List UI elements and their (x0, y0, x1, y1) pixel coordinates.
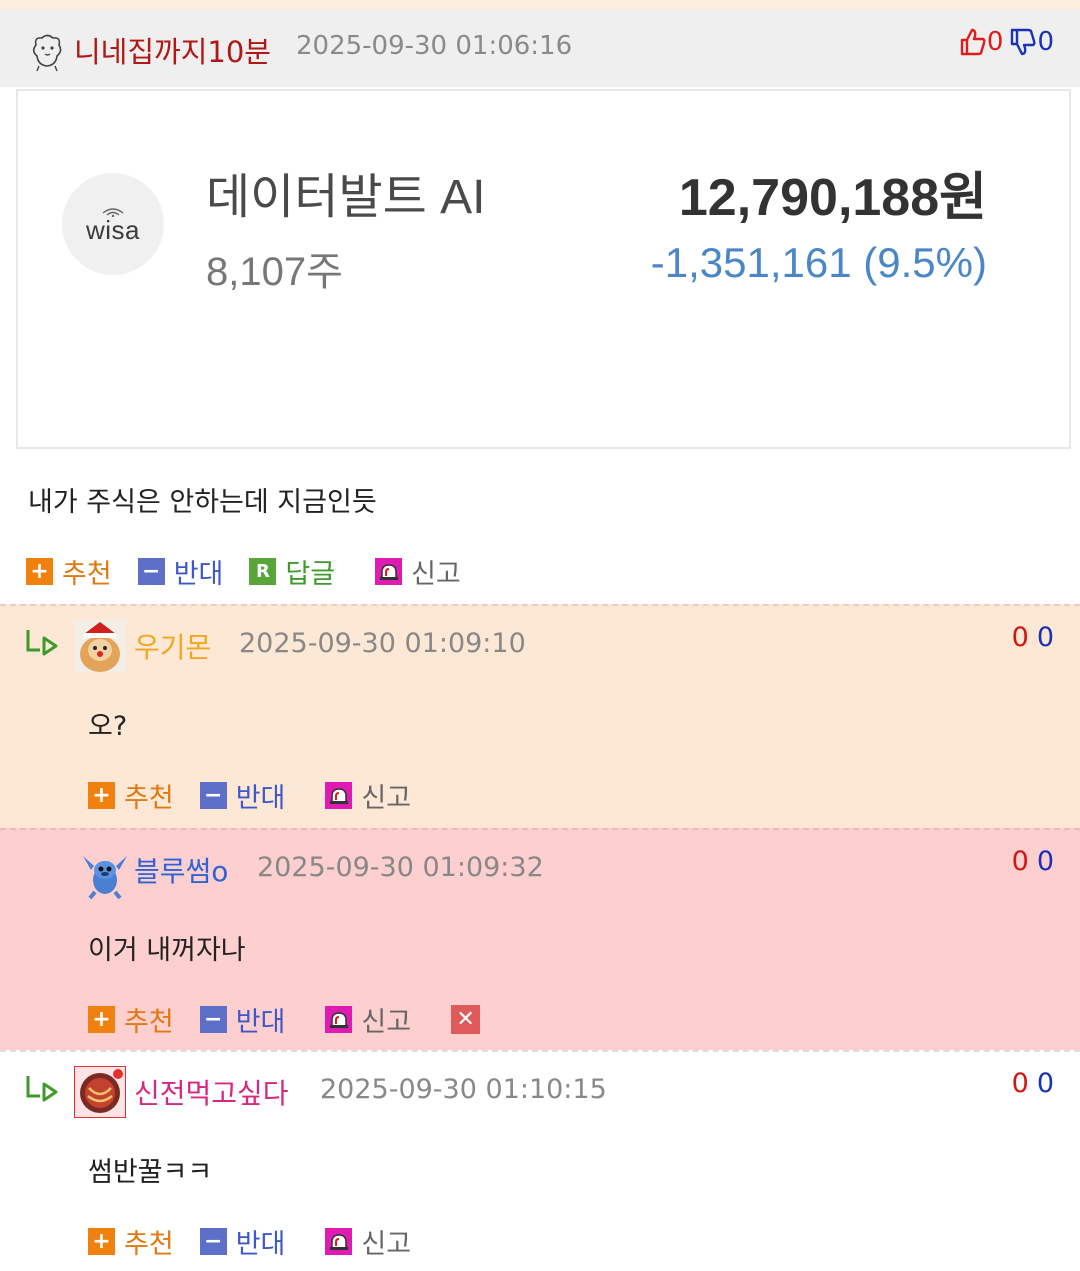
minus-icon: − (137, 558, 165, 585)
post-like-count: 0 (986, 27, 1004, 57)
minus-icon: − (199, 1006, 227, 1033)
oppose-button[interactable]: − 반대 (199, 1222, 286, 1261)
comment-time: 2025-09-30 01:09:10 (239, 628, 526, 659)
stock-shares: 8,107주 (206, 250, 343, 294)
hamster-doodle-icon (30, 33, 64, 73)
comment-item: 신전먹고싶다 2025-09-30 01:10:15 00 썸반꿀ㅋㅋ + 추천… (0, 1050, 1080, 1271)
comment-actions: + 추천 − 반대 신고 (88, 776, 437, 815)
recommend-button[interactable]: + 추천 (88, 776, 174, 815)
post-author[interactable]: 니네집까지10분 (74, 29, 271, 71)
report-button[interactable]: 신고 (325, 1000, 411, 1039)
reply-arrow-icon (24, 1074, 60, 1108)
stock-value: 12,790,188원 (678, 169, 987, 227)
comment-dislike-count[interactable]: 0 (1037, 1068, 1054, 1099)
oppose-label: 반대 (173, 559, 224, 590)
comment-time: 2025-09-30 01:10:15 (320, 1074, 607, 1105)
thumbs-down-icon[interactable] (1009, 27, 1037, 57)
siren-icon (375, 558, 403, 585)
recommend-label: 추천 (124, 1229, 174, 1260)
comment-votes: 00 (1012, 622, 1054, 653)
avatar[interactable] (74, 620, 126, 672)
report-label: 신고 (361, 1007, 412, 1038)
comment-dislike-count[interactable]: 0 (1037, 846, 1054, 877)
stock-card: wisa 데이터발트 AI 8,107주 12,790,188원 -1,351,… (16, 89, 1071, 449)
comment-time: 2025-09-30 01:09:32 (257, 852, 544, 883)
comment-like-count[interactable]: 0 (1012, 1068, 1029, 1099)
post-votes: 0 0 (959, 27, 1054, 57)
recommend-label: 추천 (124, 783, 174, 814)
post-header: 니네집까지10분 2025-09-30 01:06:16 0 0 (0, 9, 1080, 87)
post-actions: + 추천 − 반대 R 답글 신고 (26, 552, 487, 591)
oppose-label: 반대 (235, 783, 286, 814)
comment-text: 썸반꿀ㅋㅋ (88, 1157, 213, 1188)
delete-button[interactable]: ✕ (437, 1005, 489, 1034)
oppose-label: 반대 (235, 1229, 286, 1260)
report-button[interactable]: 신고 (325, 776, 411, 815)
comment-item: 블루썸o 2025-09-30 01:09:32 00 이거 내꺼자나 + 추천… (0, 828, 1080, 1050)
stock-name: 데이터발트 AI (206, 171, 486, 224)
reply-label: 답글 (285, 559, 336, 590)
comment-actions: + 추천 − 반대 신고 (88, 1222, 437, 1261)
oppose-button[interactable]: − 반대 (199, 776, 286, 815)
comment-author[interactable]: 블루썸o (134, 850, 228, 890)
comment-text: 오? (88, 711, 128, 742)
report-label: 신고 (361, 1229, 412, 1260)
recommend-button[interactable]: + 추천 (88, 1000, 174, 1039)
oppose-button[interactable]: − 반대 (137, 552, 224, 591)
oppose-label: 반대 (235, 1007, 286, 1038)
reply-icon: R (249, 558, 277, 585)
report-label: 신고 (411, 559, 461, 590)
comment-like-count[interactable]: 0 (1012, 622, 1029, 653)
logo-text: wisa (85, 215, 140, 245)
report-button[interactable]: 신고 (375, 552, 461, 591)
stock-change: -1,351,161 (9.5%) (650, 239, 987, 286)
minus-icon: − (199, 1228, 227, 1255)
comment-like-count[interactable]: 0 (1012, 846, 1029, 877)
post-dislike-count: 0 (1037, 27, 1054, 57)
plus-icon: + (88, 1006, 115, 1033)
recommend-button[interactable]: + 추천 (26, 552, 112, 591)
recommend-label: 추천 (124, 1007, 174, 1038)
comment-author[interactable]: 우기몬 (134, 626, 211, 666)
avatar[interactable] (74, 1066, 126, 1118)
avatar[interactable] (80, 850, 130, 900)
siren-icon (325, 1228, 353, 1255)
plus-icon: + (88, 1228, 115, 1255)
comment-actions: + 추천 − 반대 신고 ✕ (88, 1000, 515, 1039)
post-body: 내가 주식은 안하는데 지금인듯 (28, 487, 377, 518)
comment-votes: 00 (1012, 846, 1054, 877)
reply-arrow-icon (24, 628, 60, 662)
minus-icon: − (199, 782, 227, 809)
reply-button[interactable]: R 답글 (249, 552, 335, 591)
comment-votes: 00 (1012, 1068, 1054, 1099)
thumbs-up-icon[interactable] (959, 27, 987, 57)
siren-icon (325, 782, 353, 809)
comment-text: 이거 내꺼자나 (88, 935, 246, 966)
close-icon: ✕ (451, 1005, 481, 1034)
comment-author[interactable]: 신전먹고싶다 (134, 1072, 289, 1112)
recommend-button[interactable]: + 추천 (88, 1222, 174, 1261)
top-strip (0, 0, 1080, 9)
stock-logo: wisa (62, 173, 164, 275)
plus-icon: + (88, 782, 115, 809)
report-label: 신고 (361, 783, 412, 814)
plus-icon: + (26, 558, 53, 585)
oppose-button[interactable]: − 반대 (199, 1000, 286, 1039)
siren-icon (325, 1006, 353, 1033)
report-button[interactable]: 신고 (325, 1222, 411, 1261)
comment-item: 우기몬 2025-09-30 01:09:10 00 오? + 추천 − 반대 … (0, 604, 1080, 828)
comment-dislike-count[interactable]: 0 (1037, 622, 1054, 653)
post-time: 2025-09-30 01:06:16 (296, 31, 573, 61)
recommend-label: 추천 (62, 559, 112, 590)
